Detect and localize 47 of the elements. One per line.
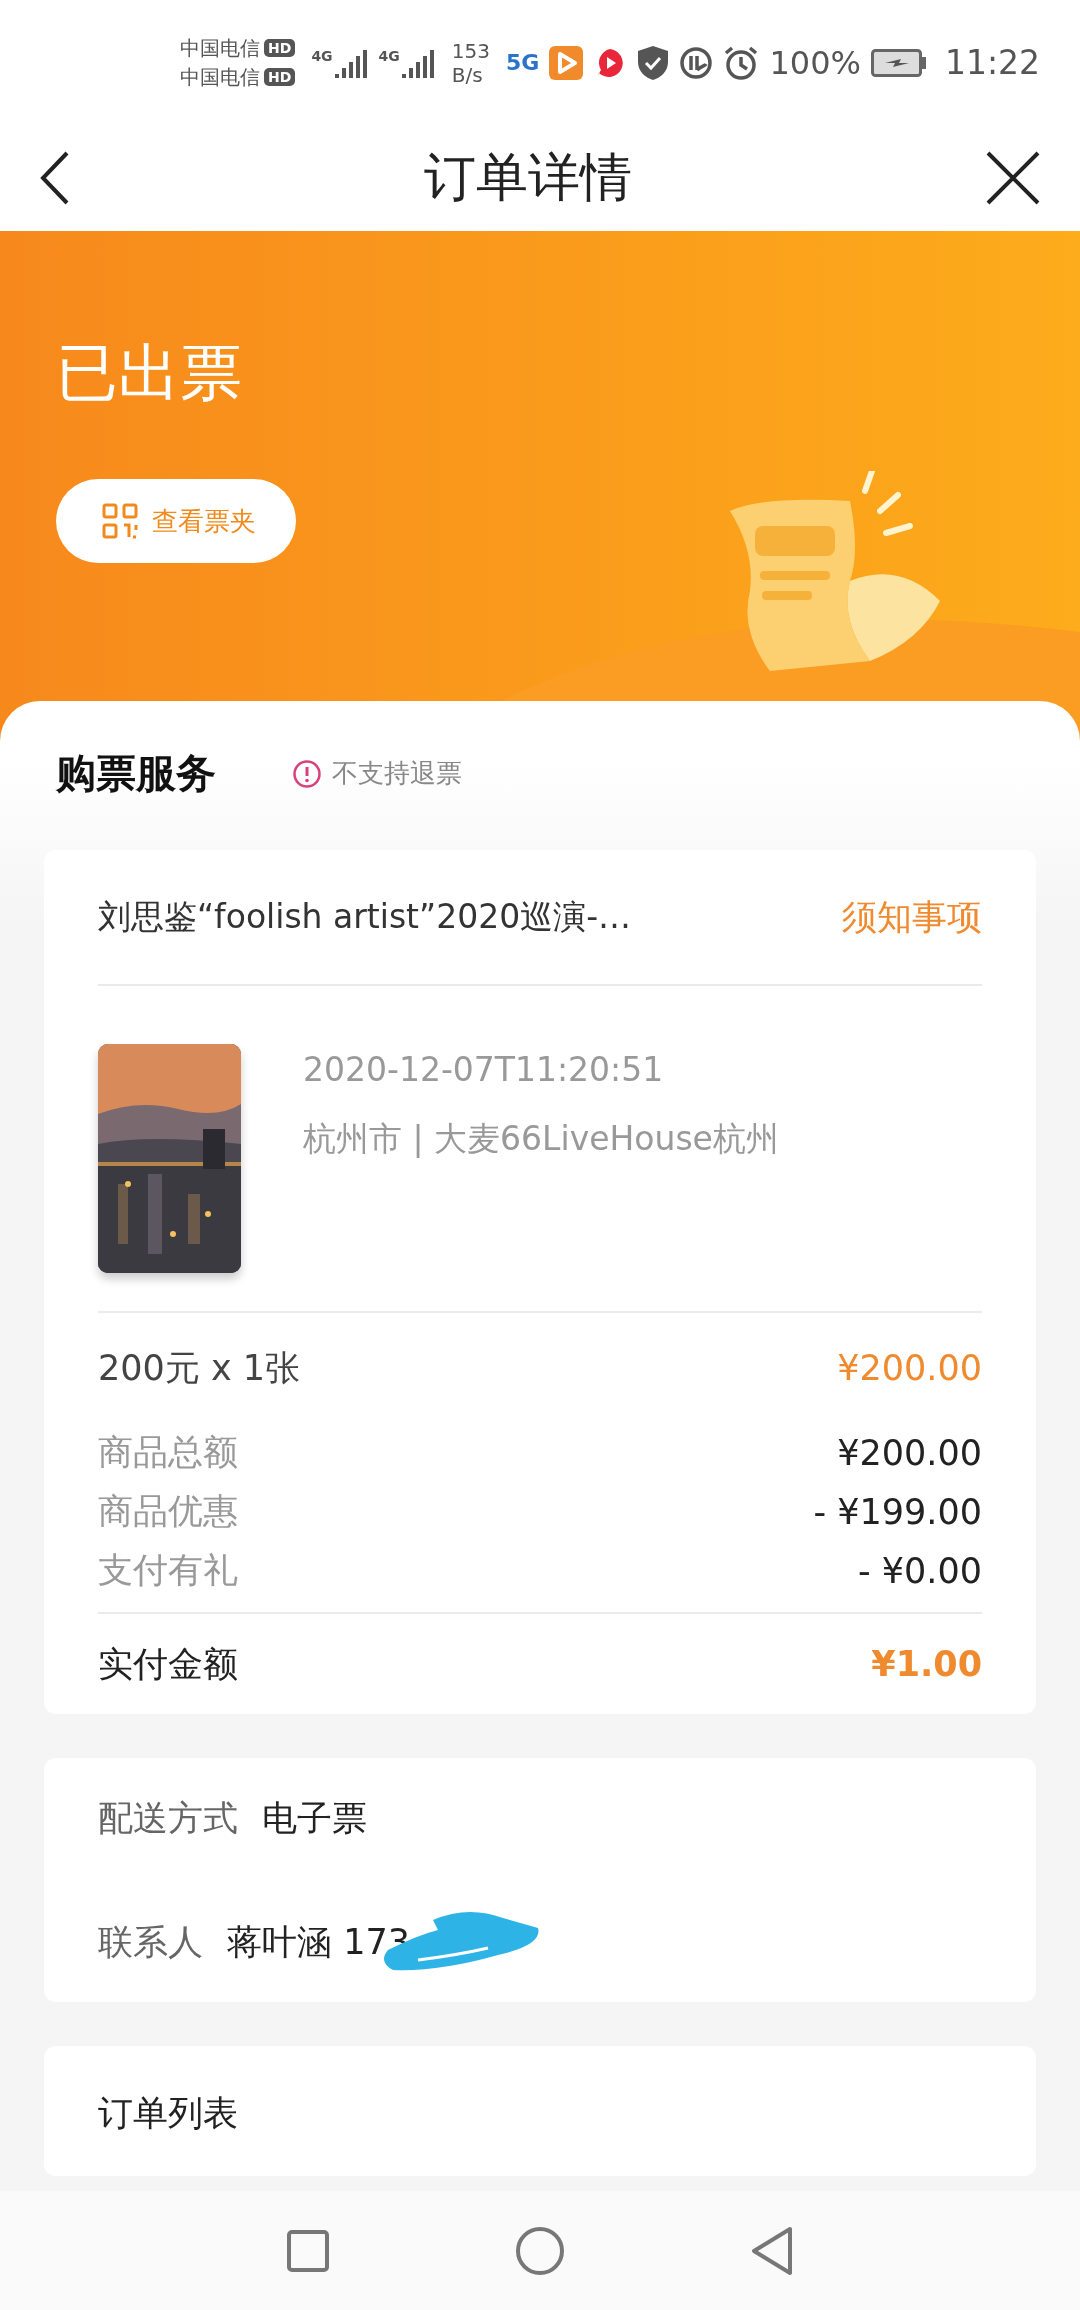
total-label: 实付金额 (98, 1642, 238, 1686)
delivery-label: 配送方式 (98, 1796, 238, 1840)
event-datetime: 2020-12-07T11:20:51 (303, 1050, 665, 1089)
signal-icon (334, 47, 369, 78)
section-title: 订单列表 (98, 2093, 238, 2133)
close-icon[interactable] (986, 151, 1040, 205)
delivery-value: 电子票 (262, 1796, 367, 1840)
data-saver-icon (679, 45, 714, 80)
network-logo: 5G (506, 50, 540, 75)
carrier-name: 中国电信 (180, 34, 261, 62)
network-label: 4G (311, 47, 333, 64)
ticket-wallet-button[interactable]: 查看票夹 (56, 479, 296, 563)
back-icon[interactable] (40, 151, 70, 205)
refund-notice: 不支持退票 (332, 757, 462, 790)
carrier-name: 中国电信 (180, 63, 261, 91)
shield-icon (637, 44, 670, 81)
summary-value: - ¥0.00 (858, 1550, 982, 1591)
total-amount: ¥1.00 (871, 1644, 982, 1684)
alarm-icon (723, 44, 760, 81)
play-app-icon (549, 45, 584, 80)
summary-value: - ¥199.00 (813, 1491, 982, 1532)
summary-label: 商品总额 (98, 1431, 238, 1474)
ticket-quantity: 200元 x 1张 (98, 1346, 301, 1390)
home-icon[interactable] (515, 2225, 565, 2276)
recent-apps-icon[interactable] (286, 2228, 330, 2273)
network-label: 4G (378, 47, 400, 64)
summary-value: ¥200.00 (837, 1432, 982, 1473)
event-venue: 杭州市 | 大麦66LiveHouse杭州 (303, 1118, 779, 1160)
event-title: 刘思鉴“foolish artist”2020巡演-… (98, 895, 632, 938)
qr-code-icon (102, 503, 138, 539)
clock: 11:22 (944, 43, 1040, 82)
notice-link[interactable]: 须知事项 (842, 893, 982, 941)
ticket-price: ¥200.00 (837, 1348, 982, 1388)
warning-icon (292, 758, 322, 789)
speed-unit: B/s (451, 62, 484, 87)
signal-icon (401, 47, 436, 78)
hd-badge: HD (264, 39, 296, 57)
battery-percent: 100% (769, 43, 861, 82)
speed-value: 153 (451, 38, 491, 63)
page-title: 订单详情 (424, 146, 632, 209)
battery-icon (870, 48, 927, 77)
section-title: 购票服务 (56, 749, 216, 798)
contact-label: 联系人 (98, 1920, 203, 1964)
summary-label: 商品优惠 (98, 1490, 238, 1533)
hd-badge: HD (264, 68, 296, 86)
order-status: 已出票 (56, 335, 242, 411)
summary-label: 支付有礼 (98, 1549, 238, 1592)
